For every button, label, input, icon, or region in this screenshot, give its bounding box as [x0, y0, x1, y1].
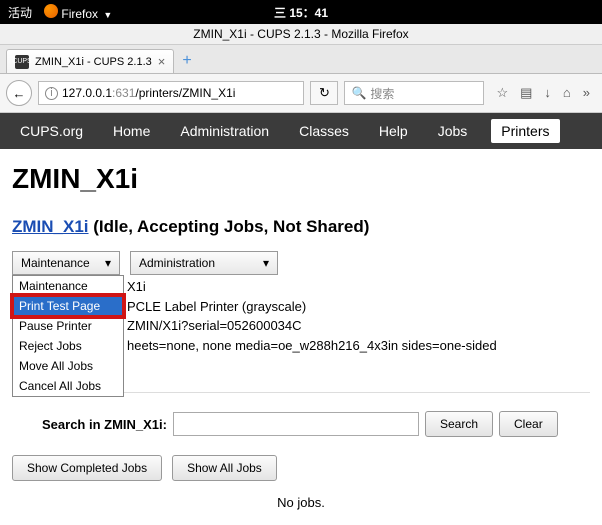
bookmark-icon[interactable]: ☆: [496, 85, 508, 101]
reload-button[interactable]: ↻: [310, 81, 338, 105]
menu-pause-printer[interactable]: Pause Printer: [13, 316, 123, 336]
gnome-app[interactable]: Firefox ▼: [44, 4, 112, 21]
chevron-down-icon: ▾: [105, 256, 111, 270]
no-jobs-text: No jobs.: [12, 495, 590, 510]
nav-cups[interactable]: CUPS.org: [14, 119, 89, 143]
search-label: Search in ZMIN_X1i:: [42, 417, 167, 432]
jobs-search-input[interactable]: [173, 412, 419, 436]
nav-jobs[interactable]: Jobs: [432, 119, 474, 143]
menu-print-test-page[interactable]: Print Test Page: [13, 296, 123, 316]
nav-printers[interactable]: Printers: [491, 119, 559, 143]
clear-button[interactable]: Clear: [499, 411, 558, 437]
cups-favicon: CUPS: [15, 55, 29, 69]
home-icon[interactable]: ⌂: [563, 85, 571, 101]
firefox-icon: [44, 4, 58, 18]
gnome-clock[interactable]: 三 15：41: [274, 4, 328, 21]
overflow-icon[interactable]: »: [583, 85, 590, 101]
window-title: ZMIN_X1i - CUPS 2.1.3 - Mozilla Firefox: [0, 24, 602, 45]
maintenance-menu: Maintenance Print Test Page Pause Printe…: [12, 275, 124, 397]
tab-title: ZMIN_X1i - CUPS 2.1.3: [35, 56, 152, 68]
printer-heading: ZMIN_X1i (Idle, Accepting Jobs, Not Shar…: [12, 217, 590, 237]
menu-cancel-all-jobs[interactable]: Cancel All Jobs: [13, 376, 123, 396]
maintenance-dropdown[interactable]: Maintenance▾: [12, 251, 120, 275]
search-bar[interactable]: 🔍 搜索: [344, 81, 484, 105]
chevron-down-icon: ▼: [103, 10, 112, 20]
show-completed-button[interactable]: Show Completed Jobs: [12, 455, 162, 481]
search-button[interactable]: Search: [425, 411, 493, 437]
url-toolbar: ← i 127.0.0.1:631/printers/ZMIN_X1i ↻ 🔍 …: [0, 74, 602, 113]
gnome-top-bar: 活动 Firefox ▼ 三 15：41: [0, 0, 602, 24]
info-icon[interactable]: i: [45, 87, 58, 100]
show-all-button[interactable]: Show All Jobs: [172, 455, 277, 481]
printer-link[interactable]: ZMIN_X1i: [12, 217, 89, 236]
back-button[interactable]: ←: [6, 80, 32, 106]
tab-bar: CUPS ZMIN_X1i - CUPS 2.1.3 × +: [0, 45, 602, 74]
menu-maintenance[interactable]: Maintenance: [13, 276, 123, 296]
page-title: ZMIN_X1i: [12, 163, 590, 195]
chevron-down-icon: ▾: [263, 256, 269, 270]
library-icon[interactable]: ▤: [520, 85, 532, 101]
new-tab-button[interactable]: +: [182, 52, 191, 70]
menu-reject-jobs[interactable]: Reject Jobs: [13, 336, 123, 356]
menu-move-all-jobs[interactable]: Move All Jobs: [13, 356, 123, 376]
administration-dropdown[interactable]: Administration▾: [130, 251, 278, 275]
nav-admin[interactable]: Administration: [174, 119, 275, 143]
cups-nav: CUPS.org Home Administration Classes Hel…: [0, 113, 602, 149]
printer-info: X1i PCLE Label Printer (grayscale) ZMIN/…: [127, 277, 590, 355]
url-bar[interactable]: i 127.0.0.1:631/printers/ZMIN_X1i: [38, 81, 304, 105]
nav-home[interactable]: Home: [107, 119, 156, 143]
browser-tab[interactable]: CUPS ZMIN_X1i - CUPS 2.1.3 ×: [6, 49, 174, 73]
search-placeholder: 搜索: [370, 85, 394, 102]
close-icon[interactable]: ×: [158, 54, 166, 69]
downloads-icon[interactable]: ↓: [544, 85, 551, 101]
nav-classes[interactable]: Classes: [293, 119, 355, 143]
gnome-activities[interactable]: 活动: [8, 4, 32, 21]
printer-status: (Idle, Accepting Jobs, Not Shared): [93, 217, 369, 236]
search-icon: 🔍: [351, 86, 366, 100]
nav-help[interactable]: Help: [373, 119, 414, 143]
